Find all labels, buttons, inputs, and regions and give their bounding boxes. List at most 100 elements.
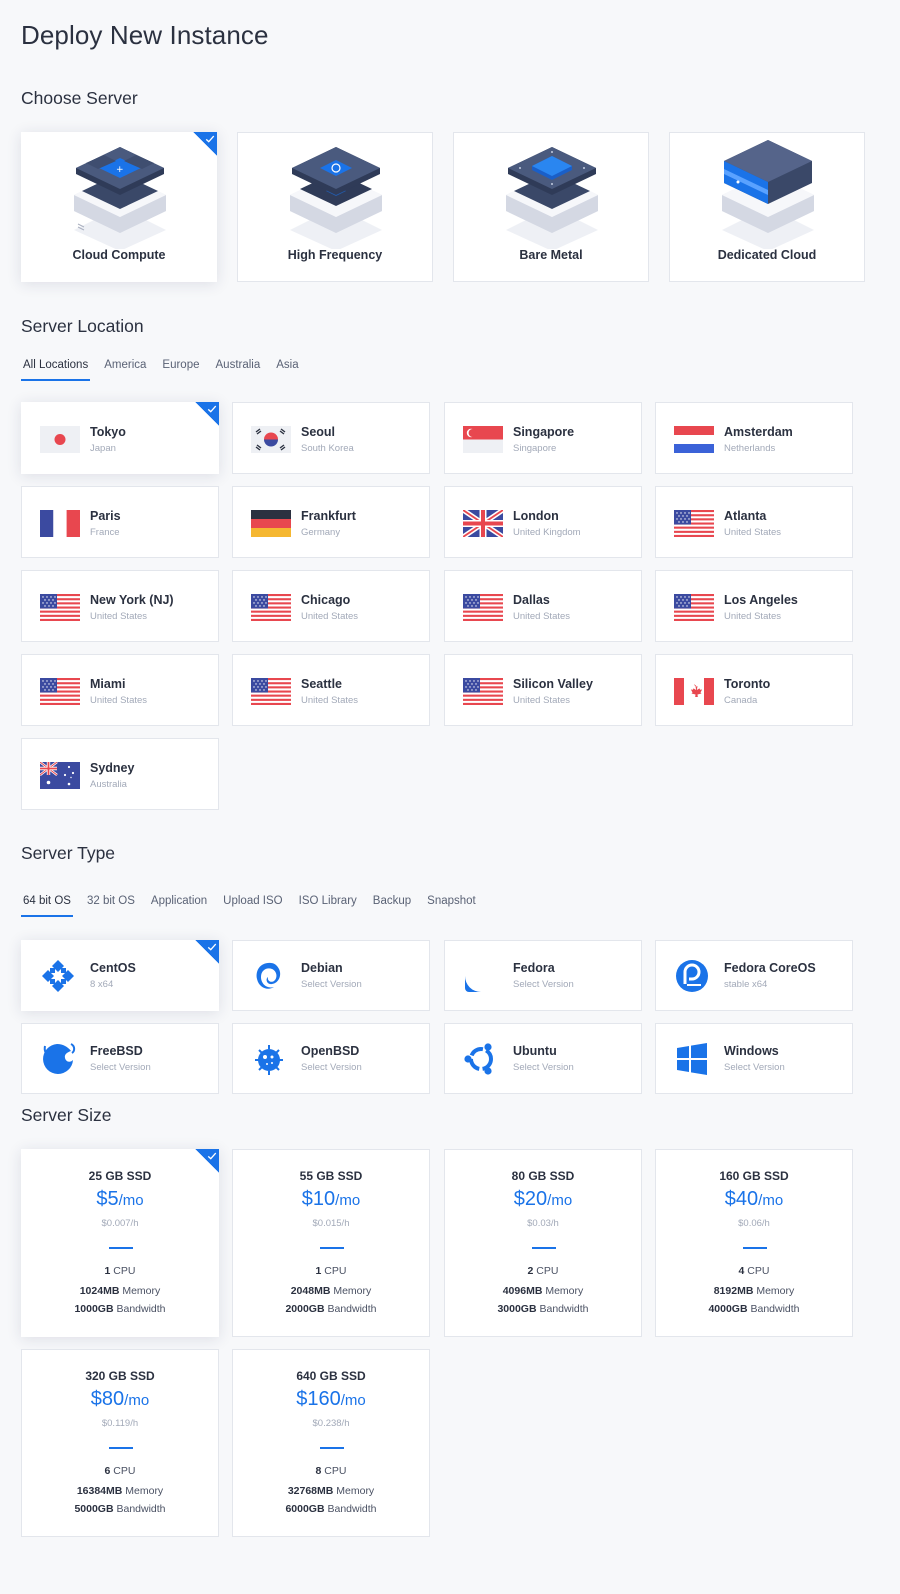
divider xyxy=(109,1447,133,1449)
location-card-frankfurt[interactable]: Frankfurt Germany xyxy=(232,486,430,558)
ubuntu-icon xyxy=(464,1043,493,1075)
cpu-label: CPU xyxy=(113,1265,136,1277)
size-card-55gb[interactable]: 55 GB SSD $10/mo $0.015/h 1 CPU 2048MB M… xyxy=(232,1149,430,1337)
location-card-miami[interactable]: Miami United States xyxy=(21,654,219,726)
location-card-singapore[interactable]: Singapore Singapore xyxy=(444,402,642,474)
os-card-freebsd[interactable]: FreeBSD Select Version xyxy=(21,1023,219,1094)
tab-backup[interactable]: Backup xyxy=(371,895,413,917)
freebsd-icon xyxy=(43,1043,76,1074)
location-name: Dallas xyxy=(513,593,550,607)
location-country: United States xyxy=(301,611,359,622)
location-name: Chicago xyxy=(301,593,351,607)
os-version: Select Version xyxy=(724,1062,785,1073)
size-card-640gb[interactable]: 640 GB SSD $160/mo $0.238/h 8 CPU 32768M… xyxy=(232,1349,430,1537)
size-price: $160/mo xyxy=(233,1388,429,1411)
size-price: $80/mo xyxy=(22,1388,218,1411)
cpu-label: CPU xyxy=(113,1465,136,1477)
size-card-160gb[interactable]: 160 GB SSD $40/mo $0.06/h 4 CPU 8192MB M… xyxy=(655,1149,853,1337)
size-storage: 160 GB SSD xyxy=(719,1169,789,1183)
memory-label: Memory xyxy=(333,1285,372,1297)
location-name: New York (NJ) xyxy=(90,593,174,607)
tab-application[interactable]: Application xyxy=(149,895,209,917)
us-flag-icon xyxy=(251,678,291,705)
server-card-cloud-compute[interactable]: + Cloud Compute xyxy=(21,132,217,282)
cpu-count: 1 xyxy=(315,1265,322,1277)
location-card-seattle[interactable]: Seattle United States xyxy=(232,654,430,726)
ca-flag-icon xyxy=(674,678,714,705)
size-cpu: 2 CPU xyxy=(445,1265,641,1277)
os-name: Fedora xyxy=(513,961,555,975)
tab-all-locations[interactable]: All Locations xyxy=(21,359,91,381)
bare-metal-icon xyxy=(506,147,598,249)
debian-icon xyxy=(256,962,281,989)
divider xyxy=(320,1447,344,1449)
location-card-paris[interactable]: Paris France xyxy=(21,486,219,558)
location-card-seoul[interactable]: Seoul South Korea xyxy=(232,402,430,474)
cloud-compute-icon: + xyxy=(74,147,166,249)
price-amount: $20 xyxy=(513,1188,548,1210)
tab-america[interactable]: America xyxy=(102,359,148,381)
os-card-centos[interactable]: CentOS 8 x64 xyxy=(21,940,219,1011)
cpu-count: 6 xyxy=(104,1465,111,1477)
location-card-chicago[interactable]: Chicago United States xyxy=(232,570,430,642)
location-country: Australia xyxy=(90,779,127,790)
location-card-new-york[interactable]: New York (NJ) United States xyxy=(21,570,219,642)
tab-snapshot[interactable]: Snapshot xyxy=(425,895,478,917)
location-card-dallas[interactable]: Dallas United States xyxy=(444,570,642,642)
server-card-bare-metal[interactable]: Bare Metal xyxy=(453,132,649,282)
tab-australia[interactable]: Australia xyxy=(214,359,263,381)
tab-upload-iso[interactable]: Upload ISO xyxy=(221,895,284,917)
svg-text:+: + xyxy=(116,165,124,175)
location-name: Sydney xyxy=(90,761,135,775)
kr-flag-icon xyxy=(251,426,291,453)
server-card-dedicated-cloud[interactable]: Dedicated Cloud xyxy=(669,132,865,282)
memory-amount: 16384MB xyxy=(76,1485,123,1497)
tab-32-bit-os[interactable]: 32 bit OS xyxy=(85,895,137,917)
size-cpu: 6 CPU xyxy=(22,1465,218,1477)
price-amount: $5 xyxy=(96,1188,119,1210)
tab-asia[interactable]: Asia xyxy=(274,359,300,381)
os-card-fedora-coreos[interactable]: Fedora CoreOS stable x64 xyxy=(655,940,853,1011)
size-card-320gb[interactable]: 320 GB SSD $80/mo $0.119/h 6 CPU 16384MB… xyxy=(21,1349,219,1537)
os-name: Debian xyxy=(301,961,343,975)
cpu-label: CPU xyxy=(324,1265,347,1277)
os-version: Select Version xyxy=(301,1062,362,1073)
cpu-count: 4 xyxy=(738,1265,745,1277)
os-card-windows[interactable]: Windows Select Version xyxy=(655,1023,853,1094)
price-period: /mo xyxy=(335,1192,361,1209)
size-card-80gb[interactable]: 80 GB SSD $20/mo $0.03/h 2 CPU 4096MB Me… xyxy=(444,1149,642,1337)
location-card-amsterdam[interactable]: Amsterdam Netherlands xyxy=(655,402,853,474)
price-period: /mo xyxy=(340,1392,366,1409)
bandwidth-label: Bandwidth xyxy=(116,1503,166,1515)
location-card-toronto[interactable]: Toronto Canada xyxy=(655,654,853,726)
location-name: Atlanta xyxy=(724,509,767,523)
bandwidth-amount: 1000GB xyxy=(74,1303,114,1315)
size-memory: 8192MB Memory xyxy=(656,1285,852,1297)
windows-icon xyxy=(677,1043,707,1075)
tab-64-bit-os[interactable]: 64 bit OS xyxy=(21,895,73,917)
cpu-count: 1 xyxy=(104,1265,111,1277)
size-storage: 55 GB SSD xyxy=(299,1169,363,1183)
os-name: Windows xyxy=(724,1044,779,1058)
location-card-silicon-valley[interactable]: Silicon Valley United States xyxy=(444,654,642,726)
os-card-debian[interactable]: Debian Select Version xyxy=(232,940,430,1011)
tab-iso-library[interactable]: ISO Library xyxy=(297,895,359,917)
location-country: Netherlands xyxy=(724,443,776,454)
section-title-type: Server Type xyxy=(21,843,116,863)
location-card-atlanta[interactable]: Atlanta United States xyxy=(655,486,853,558)
tab-europe[interactable]: Europe xyxy=(160,359,201,381)
size-bandwidth: 5000GB Bandwidth xyxy=(22,1503,218,1515)
us-flag-icon xyxy=(463,678,503,705)
os-card-openbsd[interactable]: OpenBSD Select Version xyxy=(232,1023,430,1094)
os-card-fedora[interactable]: Fedora Select Version xyxy=(444,940,642,1011)
location-card-sydney[interactable]: Sydney Australia xyxy=(21,738,219,810)
size-card-25gb[interactable]: 25 GB SSD $5/mo $0.007/h 1 CPU 1024MB Me… xyxy=(21,1149,219,1337)
os-card-ubuntu[interactable]: Ubuntu Select Version xyxy=(444,1023,642,1094)
location-card-tokyo[interactable]: Tokyo Japan xyxy=(21,402,219,474)
size-hourly: $0.03/h xyxy=(527,1218,559,1229)
cpu-count: 8 xyxy=(315,1465,322,1477)
us-flag-icon xyxy=(40,678,80,705)
server-card-high-frequency[interactable]: High Frequency xyxy=(237,132,433,282)
location-card-los-angeles[interactable]: Los Angeles United States xyxy=(655,570,853,642)
location-card-london[interactable]: London United Kingdom xyxy=(444,486,642,558)
